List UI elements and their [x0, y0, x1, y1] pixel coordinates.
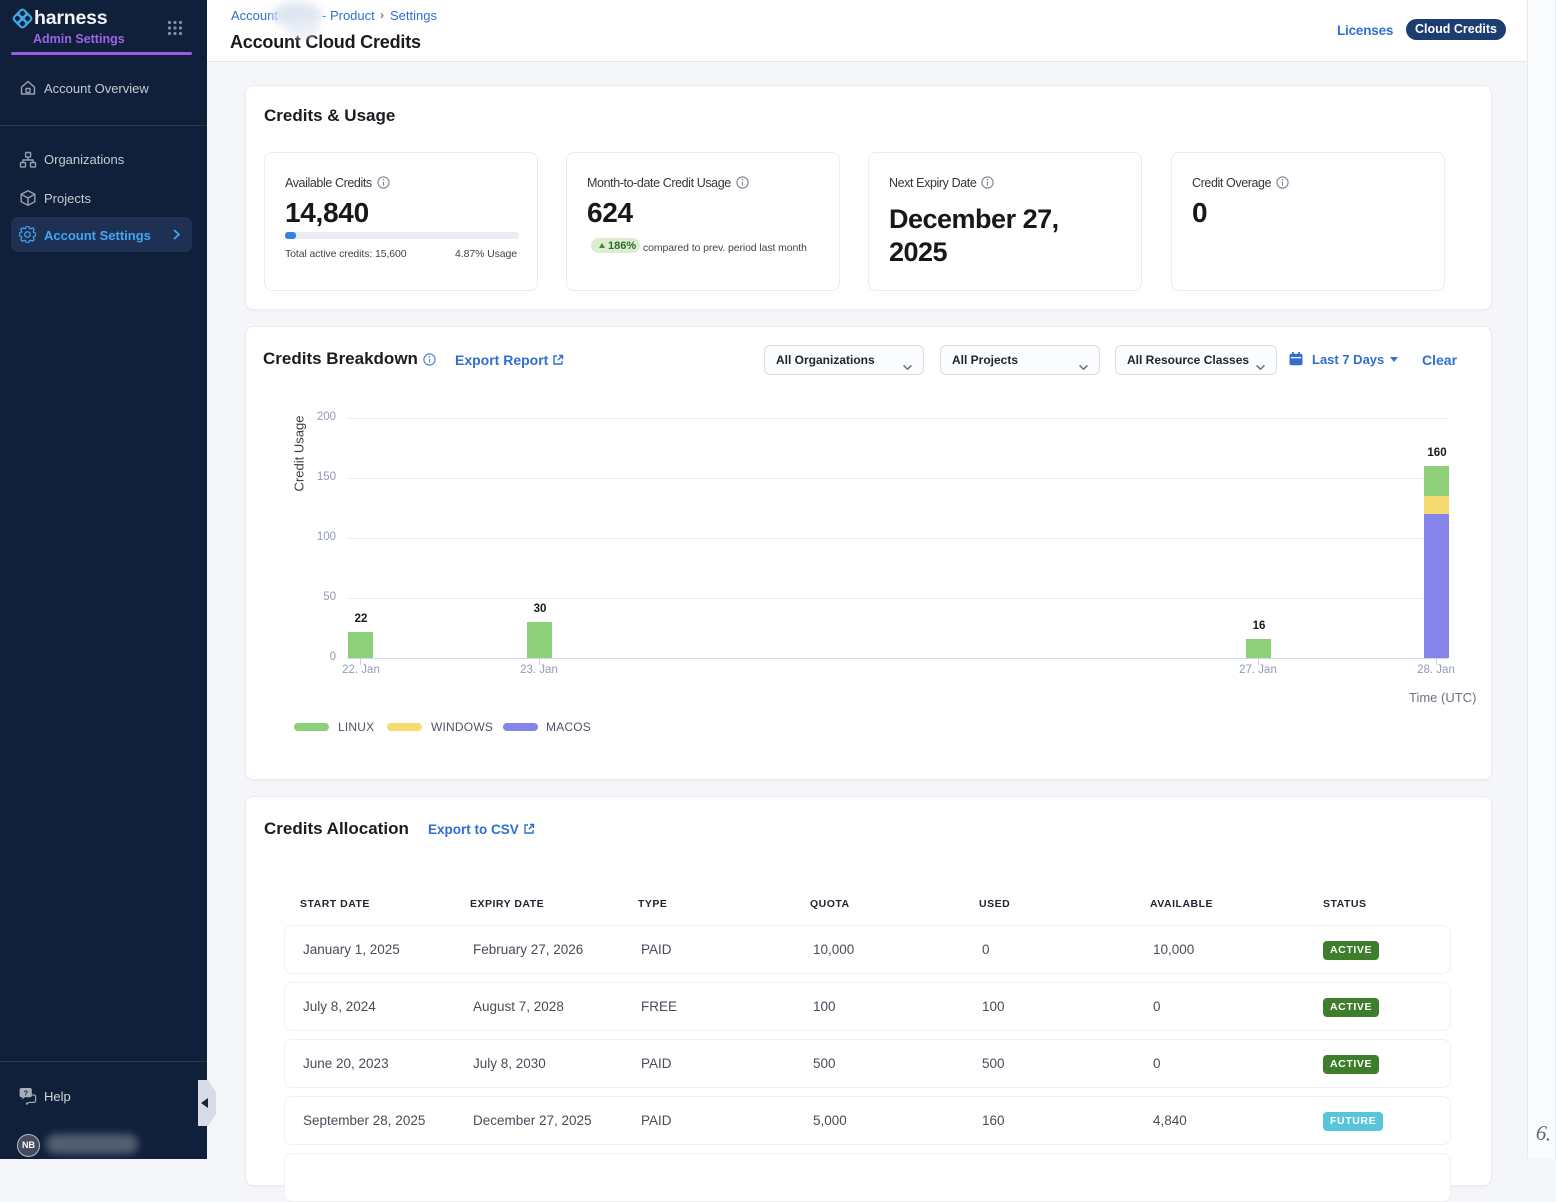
- svg-text:?: ?: [24, 1088, 29, 1097]
